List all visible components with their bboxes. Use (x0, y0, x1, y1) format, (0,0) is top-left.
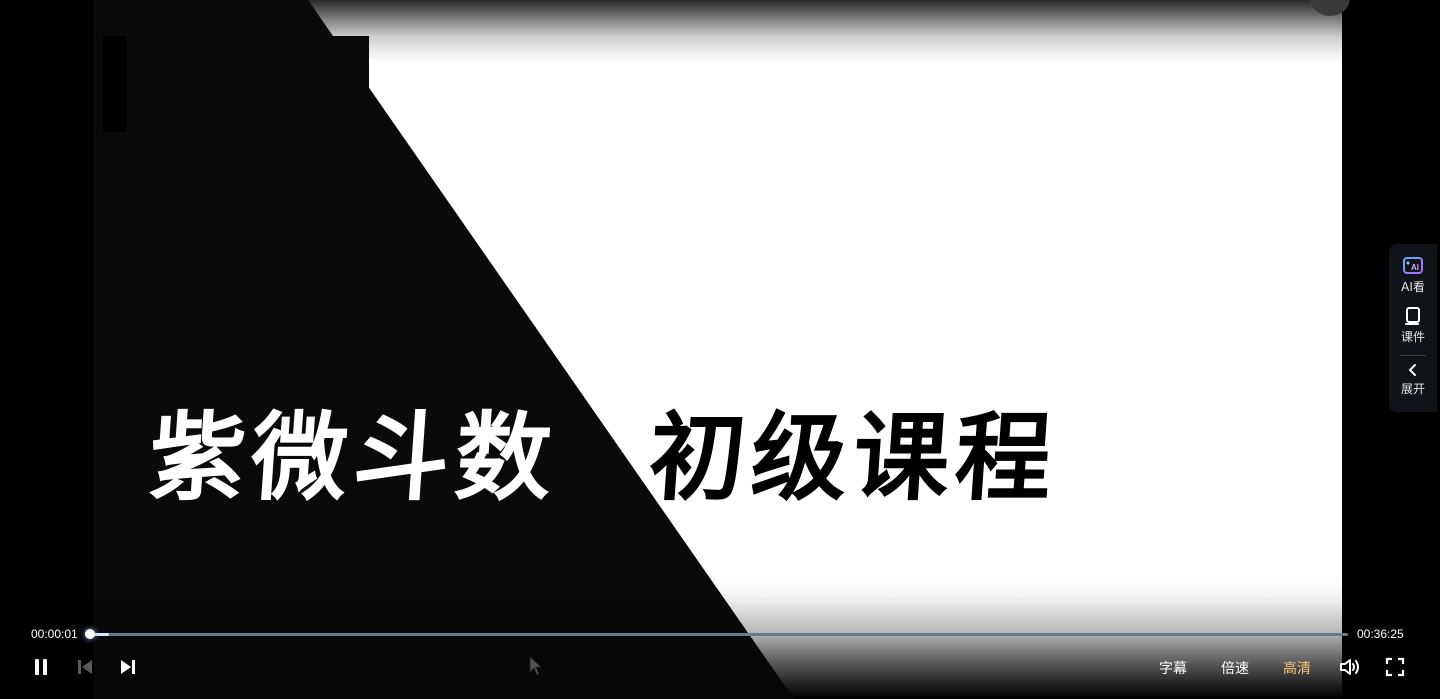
courseware-label: 课件 (1400, 329, 1425, 344)
chevron-left-icon (1408, 364, 1416, 377)
previous-icon (78, 660, 92, 674)
pause-icon (35, 659, 47, 675)
previous-button[interactable] (74, 656, 96, 678)
expand-label: 展开 (1400, 382, 1425, 397)
progress-handle[interactable] (84, 629, 95, 639)
progress-bar[interactable] (84, 629, 1348, 639)
volume-button[interactable] (1339, 656, 1361, 678)
current-time: 00:00:01 (31, 627, 78, 641)
courseware-button[interactable]: 课件 (1401, 306, 1425, 356)
side-panel: AI AI看 课件 展开 (1389, 244, 1437, 412)
quality-button[interactable]: 高清 (1283, 658, 1311, 678)
controls-overlay (0, 580, 1440, 699)
ai-view-label: AI看 (1401, 280, 1425, 294)
courseware-icon (1404, 306, 1420, 325)
ai-view-button[interactable]: AI AI看 (1401, 256, 1425, 306)
next-icon (121, 660, 135, 674)
ai-view-icon: AI (1403, 257, 1423, 274)
video-title-part2: 初级课程 (645, 401, 1062, 514)
fullscreen-icon (1385, 657, 1405, 677)
next-button[interactable] (117, 656, 139, 678)
speed-button[interactable]: 倍速 (1221, 658, 1249, 678)
video-title-part1: 紫微斗数 (145, 401, 562, 514)
fullscreen-button[interactable] (1384, 656, 1406, 678)
total-time: 00:36:25 (1357, 627, 1404, 641)
volume-icon (1340, 659, 1359, 675)
subtitle-button[interactable]: 字幕 (1159, 658, 1187, 678)
pause-button[interactable] (30, 656, 52, 678)
side-divider (1400, 355, 1426, 357)
video-player[interactable]: 紫微斗数 初级课程 AI AI看 课件 展开 00:00:01 00:36:25… (0, 0, 1440, 699)
mouse-cursor-icon (529, 656, 543, 680)
svg-text:AI: AI (1411, 263, 1419, 272)
expand-button[interactable]: 展开 (1401, 362, 1425, 412)
watermark-box (103, 36, 369, 132)
